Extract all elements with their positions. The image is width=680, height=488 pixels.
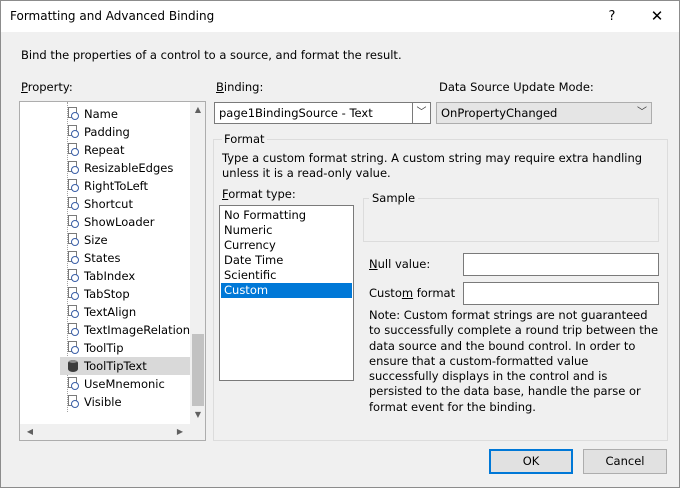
scroll-left-icon[interactable]: ◀: [22, 427, 38, 436]
property-label: Property:: [21, 80, 73, 94]
custom-format-input[interactable]: [463, 282, 659, 305]
tree-item-label: Visible: [84, 395, 122, 409]
tree-item-label: TabStop: [84, 287, 130, 301]
format-type-item[interactable]: Numeric: [221, 223, 352, 238]
dialog-description: Bind the properties of a control to a so…: [21, 48, 402, 62]
tree-item[interactable]: ShowLoader: [62, 213, 202, 231]
property-icon: [68, 287, 79, 301]
property-icon: [68, 125, 79, 139]
format-note: Note: Custom format strings are not guar…: [369, 308, 659, 414]
tree-item[interactable]: Padding: [62, 123, 202, 141]
tree-item[interactable]: RightToLeft: [62, 177, 202, 195]
update-mode-combobox[interactable]: OnPropertyChanged ﹀: [436, 102, 652, 124]
tree-item-label: Repeat: [84, 143, 125, 157]
tree-item[interactable]: Shortcut: [62, 195, 202, 213]
tree-item[interactable]: TextImageRelation: [62, 321, 202, 339]
format-type-label: Format type:: [222, 187, 296, 201]
help-button[interactable]: ?: [590, 1, 634, 32]
property-icon: [68, 395, 79, 409]
update-mode-value: OnPropertyChanged: [441, 106, 558, 120]
chevron-down-icon[interactable]: ﹀: [412, 103, 430, 123]
tree-item[interactable]: TabStop: [62, 285, 202, 303]
property-icon: [68, 305, 79, 319]
format-type-list[interactable]: No Formatting Numeric Currency Date Time Sci…: [219, 205, 354, 381]
property-icon: [68, 215, 79, 229]
tree-item-label: Padding: [84, 125, 130, 139]
scroll-right-icon[interactable]: ▶: [172, 427, 188, 436]
update-mode-label: Data Source Update Mode:: [439, 80, 594, 94]
format-type-item[interactable]: Date Time: [221, 253, 352, 268]
tree-item[interactable]: States: [62, 249, 202, 267]
property-tree[interactable]: Name Padding Repeat ResizableEdges RightToLe…: [19, 101, 206, 441]
tree-item[interactable]: UseMnemonic: [62, 375, 202, 393]
tree-item-label: Name: [84, 107, 118, 121]
property-icon: [68, 143, 79, 157]
horizontal-scrollbar[interactable]: ◀ ▶: [20, 424, 190, 440]
tree-item-label: UseMnemonic: [84, 377, 165, 391]
tree-item-label: Shortcut: [84, 197, 133, 211]
vertical-scroll-thumb[interactable]: [192, 334, 204, 406]
tree-item[interactable]: TextAlign: [62, 303, 202, 321]
chevron-down-icon[interactable]: ﹀: [633, 103, 651, 123]
scrollbar-corner: [190, 424, 205, 440]
format-type-item[interactable]: Scientific: [221, 268, 352, 283]
property-icon: [68, 107, 79, 121]
format-description: Type a custom format string. A custom st…: [222, 151, 643, 180]
vertical-scrollbar[interactable]: ▲ ▼: [190, 102, 205, 424]
format-type-item[interactable]: Custom: [221, 283, 352, 298]
property-icon: [68, 341, 79, 355]
cancel-button[interactable]: Cancel: [583, 449, 667, 474]
tree-item[interactable]: TabIndex: [62, 267, 202, 285]
null-value-input[interactable]: [463, 253, 659, 276]
property-icon: [68, 323, 79, 337]
tree-item[interactable]: Size: [62, 231, 202, 249]
tree-item[interactable]: ToolTipText: [62, 357, 202, 375]
formatting-dialog: Formatting and Advanced Binding ? ✕ Bind…: [0, 0, 680, 488]
tree-item[interactable]: ToolTip: [62, 339, 202, 357]
property-icon: [68, 251, 79, 265]
property-icon: [68, 161, 79, 175]
custom-format-label: Custom format: [369, 286, 456, 300]
ok-button[interactable]: OK: [489, 449, 573, 474]
tree-item-label: ToolTipText: [84, 359, 147, 373]
scroll-up-icon[interactable]: ▲: [190, 105, 205, 114]
null-value-label: Null value:: [369, 257, 431, 271]
close-button[interactable]: ✕: [635, 1, 679, 32]
binding-label: Binding:: [216, 80, 264, 94]
property-icon: [68, 233, 79, 247]
tree-item-label: ToolTip: [84, 341, 124, 355]
tree-item-label: TextImageRelation: [84, 323, 191, 337]
tree-item[interactable]: ResizableEdges: [62, 159, 202, 177]
tree-item-label: ResizableEdges: [84, 161, 174, 175]
tree-item-label: TextAlign: [84, 305, 137, 319]
property-icon: [68, 377, 79, 391]
tree-item[interactable]: Name: [62, 105, 202, 123]
window-title: Formatting and Advanced Binding: [10, 9, 215, 23]
binding-value: page1BindingSource - Text: [219, 106, 373, 120]
tree-item-label: TabIndex: [84, 269, 136, 283]
database-icon: [68, 359, 78, 372]
format-type-item[interactable]: No Formatting: [221, 208, 352, 223]
property-icon: [68, 179, 79, 193]
tree-item-label: Size: [84, 233, 108, 247]
tree-item-label: RightToLeft: [84, 179, 149, 193]
title-bar: Formatting and Advanced Binding ? ✕: [1, 1, 679, 32]
sample-label: Sample: [369, 191, 419, 205]
property-icon: [68, 197, 79, 211]
binding-combobox[interactable]: page1BindingSource - Text ﹀: [214, 102, 431, 124]
tree-item[interactable]: Visible: [62, 393, 202, 411]
scroll-down-icon[interactable]: ▼: [190, 410, 205, 419]
tree-item-label: ShowLoader: [84, 215, 155, 229]
tree-item-label: States: [84, 251, 121, 265]
tree-item[interactable]: Repeat: [62, 141, 202, 159]
format-group-label: Format: [222, 132, 267, 146]
format-type-item[interactable]: Currency: [221, 238, 352, 253]
property-icon: [68, 269, 79, 283]
